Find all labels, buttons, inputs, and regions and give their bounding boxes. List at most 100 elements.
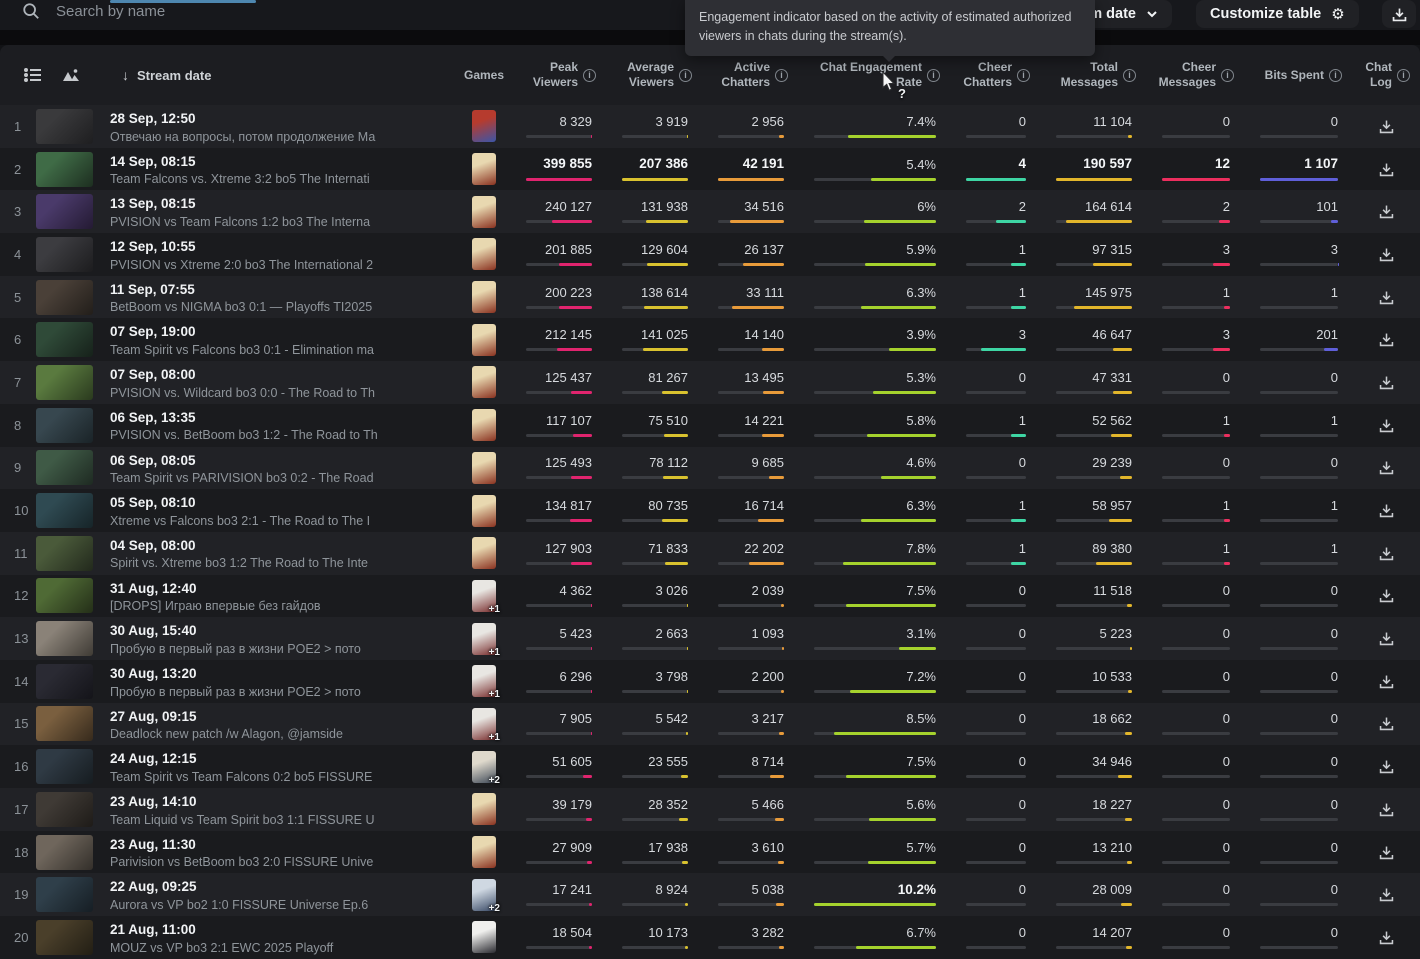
table-row[interactable]: 3 13 Sep, 08:15 PVISION vs Team Falcons … bbox=[0, 190, 1420, 234]
game-cover[interactable] bbox=[472, 238, 496, 271]
stream-thumbnail[interactable] bbox=[36, 663, 93, 699]
table-row[interactable]: 15 27 Aug, 09:15 Deadlock new patch /w A… bbox=[0, 702, 1420, 746]
chat-log-download-icon[interactable] bbox=[1378, 417, 1395, 434]
game-cover[interactable] bbox=[472, 153, 496, 186]
chat-log-download-icon[interactable] bbox=[1378, 886, 1395, 903]
table-row[interactable]: 18 23 Aug, 11:30 Parivision vs BetBoom b… bbox=[0, 830, 1420, 874]
chat-log-download-icon[interactable] bbox=[1378, 118, 1395, 135]
stream-thumbnail[interactable] bbox=[36, 791, 93, 827]
table-row[interactable]: 11 04 Sep, 08:00 Spirit vs. Xtreme bo3 1… bbox=[0, 531, 1420, 575]
info-icon[interactable]: i bbox=[679, 68, 692, 82]
table-row[interactable]: 2 14 Sep, 08:15 Team Falcons vs. Xtreme … bbox=[0, 147, 1420, 191]
info-icon[interactable]: i bbox=[1017, 68, 1030, 82]
stream-thumbnail[interactable] bbox=[36, 151, 93, 187]
chat-log-download-icon[interactable] bbox=[1378, 630, 1395, 647]
info-icon[interactable]: i bbox=[1221, 68, 1234, 82]
column-header-active[interactable]: Active Chatters i bbox=[702, 60, 798, 90]
game-cover[interactable] bbox=[472, 110, 496, 143]
column-header-cheer_ch[interactable]: Cheer Chatters i bbox=[950, 60, 1040, 90]
game-cover[interactable]: +1 bbox=[472, 665, 500, 700]
chat-log-download-icon[interactable] bbox=[1378, 929, 1395, 946]
game-cover[interactable]: +2 bbox=[472, 878, 500, 914]
game-cover[interactable]: +2 bbox=[472, 750, 500, 786]
stream-thumbnail[interactable] bbox=[36, 450, 93, 486]
chat-log-download-icon[interactable] bbox=[1378, 374, 1395, 391]
stream-thumbnail[interactable] bbox=[36, 834, 93, 870]
list-view-icon[interactable] bbox=[24, 66, 42, 84]
game-cover[interactable] bbox=[472, 921, 496, 954]
stream-thumbnail[interactable] bbox=[36, 279, 93, 315]
column-header-games[interactable]: Games bbox=[458, 68, 510, 82]
thumbnail-view-icon[interactable] bbox=[62, 66, 80, 84]
game-cover[interactable] bbox=[472, 281, 496, 314]
stream-thumbnail[interactable] bbox=[36, 578, 93, 614]
stream-thumbnail[interactable] bbox=[36, 236, 93, 272]
stream-thumbnail[interactable] bbox=[36, 919, 93, 955]
stream-thumbnail[interactable] bbox=[36, 535, 93, 571]
game-cover[interactable] bbox=[472, 195, 496, 228]
game-cover[interactable] bbox=[472, 836, 496, 869]
chat-log-download-icon[interactable] bbox=[1378, 502, 1395, 519]
chat-log-download-icon[interactable] bbox=[1378, 801, 1395, 818]
table-row[interactable]: 6 07 Sep, 19:00 Team Spirit vs Falcons b… bbox=[0, 318, 1420, 362]
chat-log-download-icon[interactable] bbox=[1378, 331, 1395, 348]
stream-thumbnail[interactable] bbox=[36, 621, 93, 657]
table-row[interactable]: 4 12 Sep, 10:55 PVISION vs Xtreme 2:0 bo… bbox=[0, 233, 1420, 276]
column-header-avg[interactable]: Average Viewers i bbox=[606, 60, 702, 90]
game-cover[interactable]: +1 bbox=[472, 579, 500, 615]
chat-log-download-icon[interactable] bbox=[1378, 459, 1395, 476]
chat-log-download-icon[interactable] bbox=[1378, 673, 1395, 690]
stream-thumbnail[interactable] bbox=[36, 706, 93, 742]
sort-descending-icon[interactable]: ↓ bbox=[122, 67, 129, 83]
chat-log-download-icon[interactable] bbox=[1378, 289, 1395, 306]
stream-thumbnail[interactable] bbox=[36, 407, 93, 443]
customize-table-button[interactable]: Customize table ⚙ bbox=[1196, 0, 1359, 28]
chat-log-download-icon[interactable] bbox=[1378, 758, 1395, 775]
stream-thumbnail[interactable] bbox=[36, 493, 93, 529]
table-row[interactable]: 20 21 Aug, 11:00 MOUZ vs VP bo3 2:1 EWC … bbox=[0, 916, 1420, 959]
info-icon[interactable]: i bbox=[583, 68, 596, 82]
chat-log-download-icon[interactable] bbox=[1378, 246, 1395, 263]
info-icon[interactable]: i bbox=[927, 68, 940, 82]
info-icon[interactable]: i bbox=[1329, 68, 1342, 82]
table-row[interactable]: 8 06 Sep, 13:35 PVISION vs. BetBoom bo3 … bbox=[0, 403, 1420, 447]
stream-thumbnail[interactable] bbox=[36, 364, 93, 400]
column-header-bits[interactable]: Bits Spent i bbox=[1244, 60, 1352, 90]
table-row[interactable]: 7 07 Sep, 08:00 PVISION vs. Wildcard bo3… bbox=[0, 361, 1420, 404]
table-row[interactable]: 10 05 Sep, 08:10 Xtreme vs Falcons bo3 2… bbox=[0, 489, 1420, 532]
info-icon[interactable]: i bbox=[775, 68, 788, 82]
game-cover[interactable] bbox=[472, 537, 496, 570]
table-row[interactable]: 17 23 Aug, 14:10 Team Liquid vs Team Spi… bbox=[0, 788, 1420, 831]
game-cover[interactable] bbox=[472, 793, 496, 826]
stream-thumbnail[interactable] bbox=[36, 194, 93, 230]
table-row[interactable]: 1 28 Sep, 12:50 Отвечаю на вопросы, пото… bbox=[0, 105, 1420, 148]
info-icon[interactable]: i bbox=[1397, 68, 1410, 82]
column-header-eng[interactable]: Chat Engagement Rate i bbox=[798, 60, 950, 90]
table-row[interactable]: 19 22 Aug, 09:25 Aurora vs VP bo2 1:0 FI… bbox=[0, 873, 1420, 917]
table-row[interactable]: 16 24 Aug, 12:15 Team Spirit vs Team Fal… bbox=[0, 745, 1420, 788]
chat-log-download-icon[interactable] bbox=[1378, 161, 1395, 178]
table-row[interactable]: 9 06 Sep, 08:05 Team Spirit vs PARIVISIO… bbox=[0, 446, 1420, 490]
column-header-peak[interactable]: Peak Viewers i bbox=[510, 60, 606, 90]
chat-log-download-icon[interactable] bbox=[1378, 715, 1395, 732]
chat-log-download-icon[interactable] bbox=[1378, 587, 1395, 604]
game-cover[interactable] bbox=[472, 409, 496, 442]
chat-log-download-icon[interactable] bbox=[1378, 844, 1395, 861]
table-row[interactable]: 12 31 Aug, 12:40 [DROPS] Играю впервые б… bbox=[0, 574, 1420, 618]
game-cover[interactable]: +1 bbox=[472, 707, 500, 743]
column-header-stream-date[interactable]: Stream date bbox=[137, 68, 211, 83]
table-row[interactable]: 13 30 Aug, 15:40 Пробую в первый раз в ж… bbox=[0, 617, 1420, 660]
game-cover[interactable] bbox=[472, 366, 496, 399]
table-row[interactable]: 5 11 Sep, 07:55 BetBoom vs NIGMA bo3 0:1… bbox=[0, 275, 1420, 319]
stream-thumbnail[interactable] bbox=[36, 749, 93, 785]
game-cover[interactable] bbox=[472, 323, 496, 356]
column-header-cheer_msg[interactable]: Cheer Messages i bbox=[1146, 60, 1244, 90]
stream-thumbnail[interactable] bbox=[36, 108, 93, 144]
search-input[interactable] bbox=[56, 2, 476, 20]
table-row[interactable]: 14 30 Aug, 13:20 Пробую в первый раз в ж… bbox=[0, 659, 1420, 703]
column-header-total_msg[interactable]: Total Messages i bbox=[1040, 60, 1146, 90]
chat-log-download-icon[interactable] bbox=[1378, 545, 1395, 562]
game-cover[interactable] bbox=[472, 451, 496, 484]
stream-thumbnail[interactable] bbox=[36, 322, 93, 358]
stream-thumbnail[interactable] bbox=[36, 877, 93, 913]
